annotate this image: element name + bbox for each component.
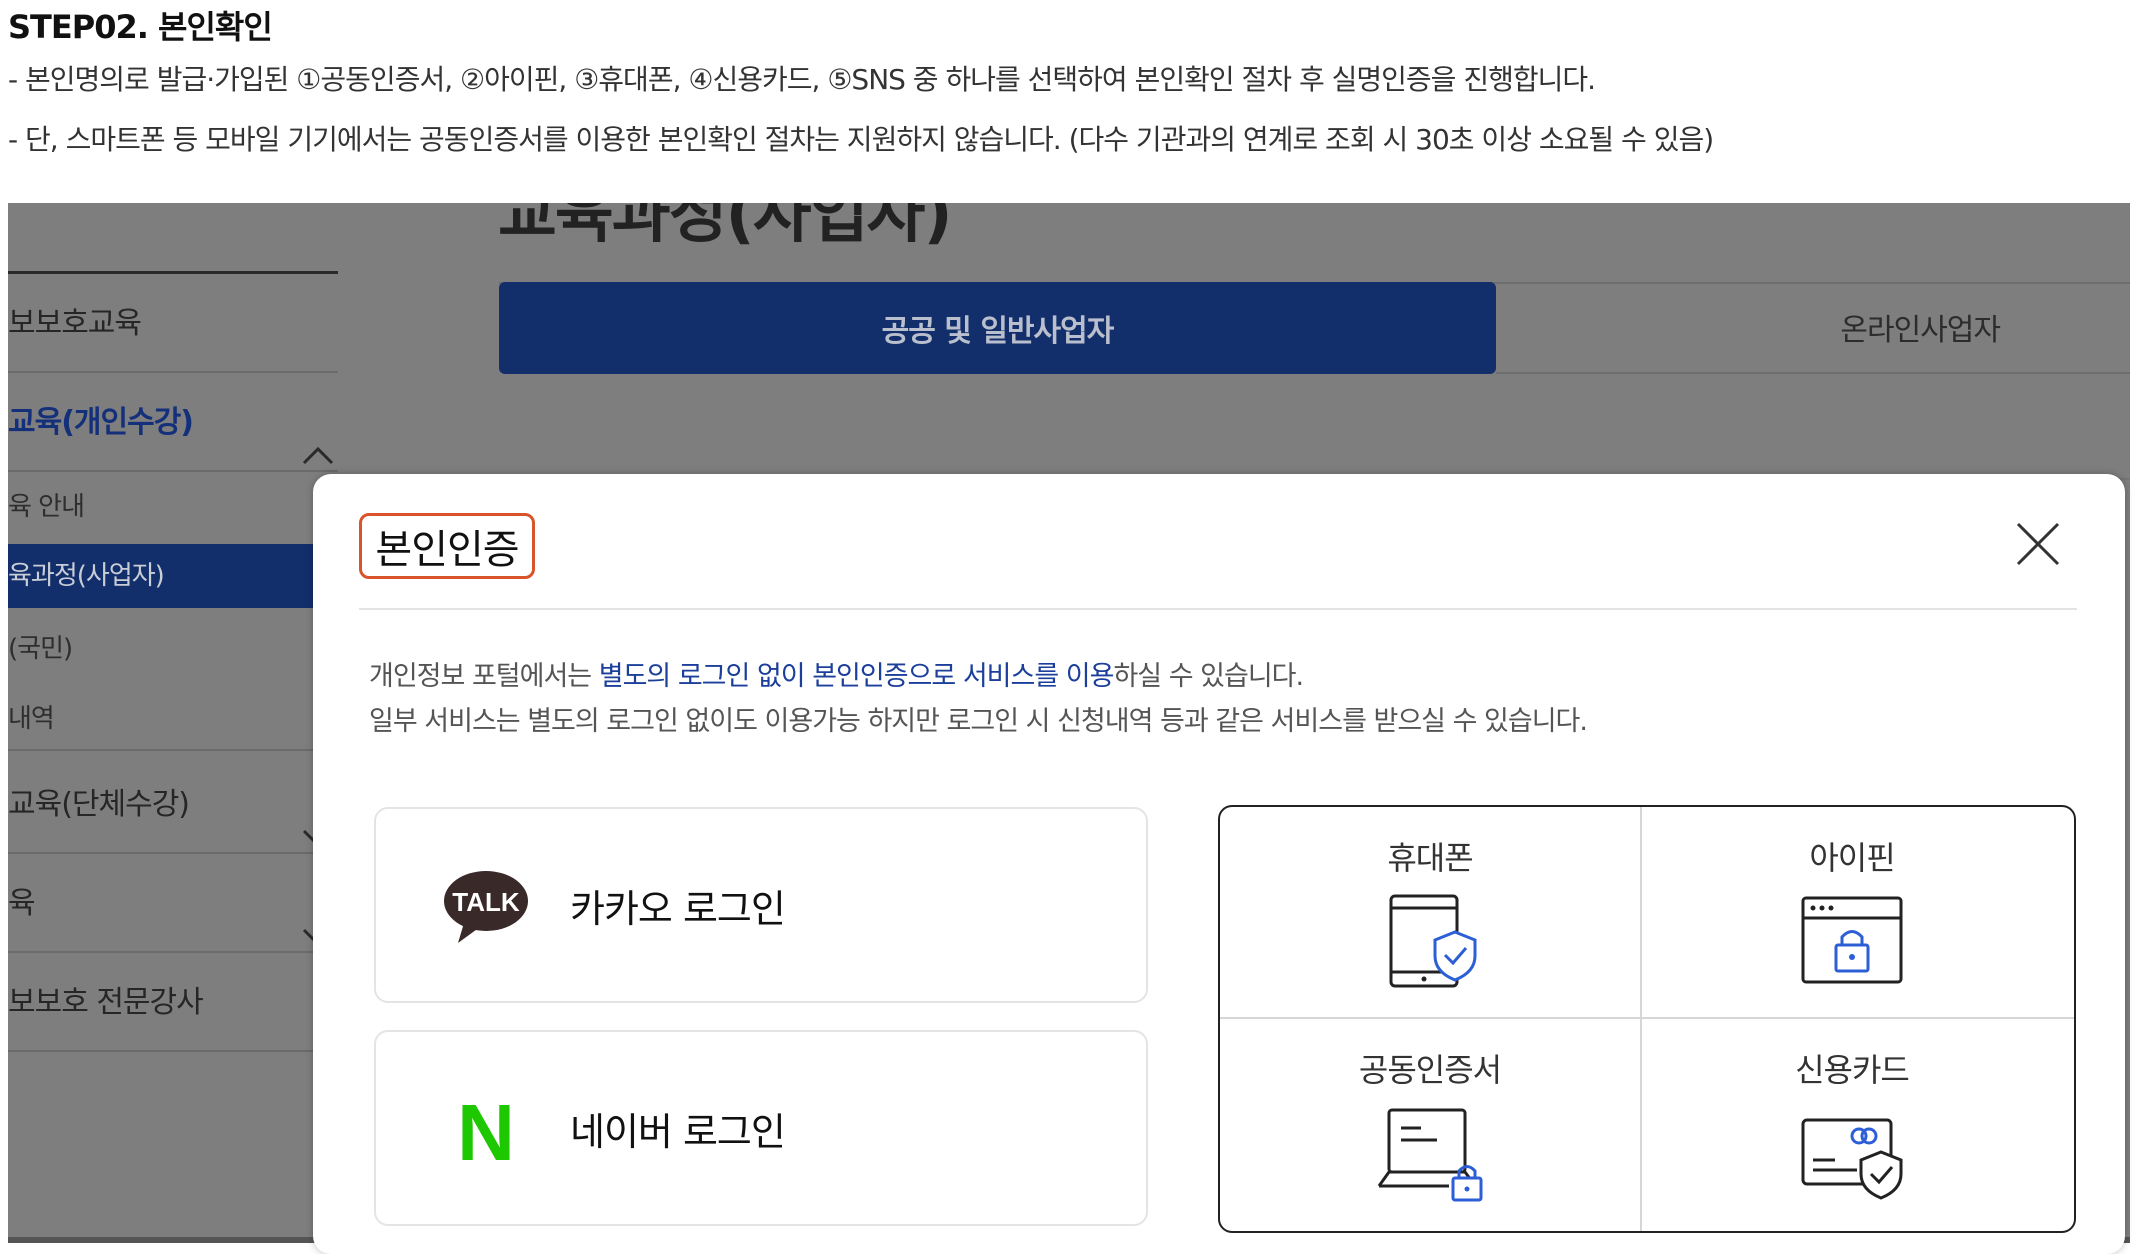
auth-option-label: 신용카드 (1795, 1051, 1910, 1089)
sidebar-subitem-citizen[interactable]: (국민) (8, 617, 338, 681)
sidebar-item-label: 보보호교육 (8, 306, 142, 341)
laptop-lock-icon (1375, 1104, 1485, 1204)
sidebar-item-label: 내역 (8, 704, 55, 734)
naver-n-text: N (457, 1090, 515, 1170)
sidebar-item-education[interactable]: 육 (8, 854, 338, 953)
sidebar-item-privacy-education[interactable]: 보보호교육 (8, 274, 338, 373)
auth-option-credit-card[interactable]: 신용카드 (1642, 1019, 2062, 1229)
desc-prefix: 개인정보 포털에서는 (369, 661, 599, 692)
kakao-login-label: 카카오 로그인 (570, 886, 786, 931)
close-icon[interactable] (2014, 520, 2062, 568)
sidebar-item-label: 육과정(사업자) (8, 561, 165, 591)
sidebar-item-label: 보보호 전문강사 (8, 985, 204, 1020)
card-shield-icon (1797, 1104, 1907, 1204)
chevron-up-icon (302, 408, 334, 464)
sidebar-item-individual-course[interactable]: 교육(개인수강) (8, 373, 338, 472)
sidebar-item-label: 교육(단체수강) (8, 787, 190, 822)
sidebar-item-label: 육 (8, 886, 36, 921)
modal-description-line-2: 일부 서비스는 별도의 로그인 없이도 이용가능 하지만 로그인 시 신청내역 … (369, 706, 1588, 737)
modal-title: 본인인증 (375, 527, 519, 573)
desc-suffix: 하실 수 있습니다. (1113, 661, 1304, 692)
modal-title-highlight: 본인인증 (359, 513, 535, 579)
tab-public-general[interactable]: 공공 및 일반사업자 (499, 282, 1496, 374)
sidebar-item-label: 교육(개인수강) (8, 405, 194, 440)
modal-description-line-1: 개인정보 포털에서는 별도의 로그인 없이 본인인증으로 서비스를 이용하실 수… (369, 654, 1304, 693)
naver-login-button[interactable]: N 네이버 로그인 (374, 1030, 1148, 1226)
identity-verification-modal: 본인인증 개인정보 포털에서는 별도의 로그인 없이 본인인증으로 서비스를 이… (313, 474, 2125, 1254)
tab-online-business[interactable]: 온라인사업자 (1496, 282, 2130, 374)
sidebar-item-group-course[interactable]: 교육(단체수강) (8, 755, 338, 854)
kakao-talk-icon: TALK (442, 867, 530, 947)
auth-option-ipin[interactable]: 아이핀 (1642, 807, 2062, 1017)
auth-option-label: 휴대폰 (1387, 839, 1473, 877)
auth-option-certificate[interactable]: 공동인증서 (1220, 1019, 1640, 1229)
kakao-talk-text: TALK (452, 887, 520, 917)
guide-line-2: - 단, 스마트폰 등 모바일 기기에서는 공동인증서를 이용한 본인확인 절차… (8, 123, 1714, 156)
guide-title: STEP02. 본인확인 (8, 8, 273, 46)
sidebar-subitem-business-course[interactable]: 육과정(사업자) (8, 544, 338, 608)
sidebar-item-expert-instructor[interactable]: 보보호 전문강사 (8, 953, 338, 1052)
sidebar-subitem-guide[interactable]: 육 안내 (8, 475, 338, 539)
auth-options-grid: 휴대폰 아이핀 공동인증서 신용카드 (1218, 805, 2076, 1233)
sidebar-item-label: (국민) (8, 634, 73, 664)
kakao-login-button[interactable]: TALK 카카오 로그인 (374, 807, 1148, 1003)
guide-line-1: - 본인명의로 발급·가입된 ①공동인증서, ②아이핀, ③휴대폰, ④신용카드… (8, 63, 1596, 96)
page-heading: 교육과정(사업자) (498, 203, 953, 252)
naver-n-icon: N (442, 1088, 530, 1177)
desc-highlight: 별도의 로그인 없이 본인인증으로 서비스를 이용 (598, 661, 1115, 692)
auth-option-label: 공동인증서 (1358, 1051, 1502, 1089)
auth-option-label: 아이핀 (1809, 839, 1895, 877)
sidebar: 보보호교육 교육(개인수강) 육 안내 육과정(사업자) (국민) 내역 교육(… (8, 203, 338, 1243)
sidebar-subitem-history[interactable]: 내역 (8, 687, 338, 751)
auth-option-phone[interactable]: 휴대폰 (1220, 807, 1640, 1017)
modal-divider (359, 608, 2077, 610)
naver-login-label: 네이버 로그인 (570, 1109, 786, 1154)
sidebar-item-label: 육 안내 (8, 492, 85, 522)
ipin-lock-icon (1797, 892, 1907, 992)
phone-shield-icon (1375, 892, 1485, 992)
